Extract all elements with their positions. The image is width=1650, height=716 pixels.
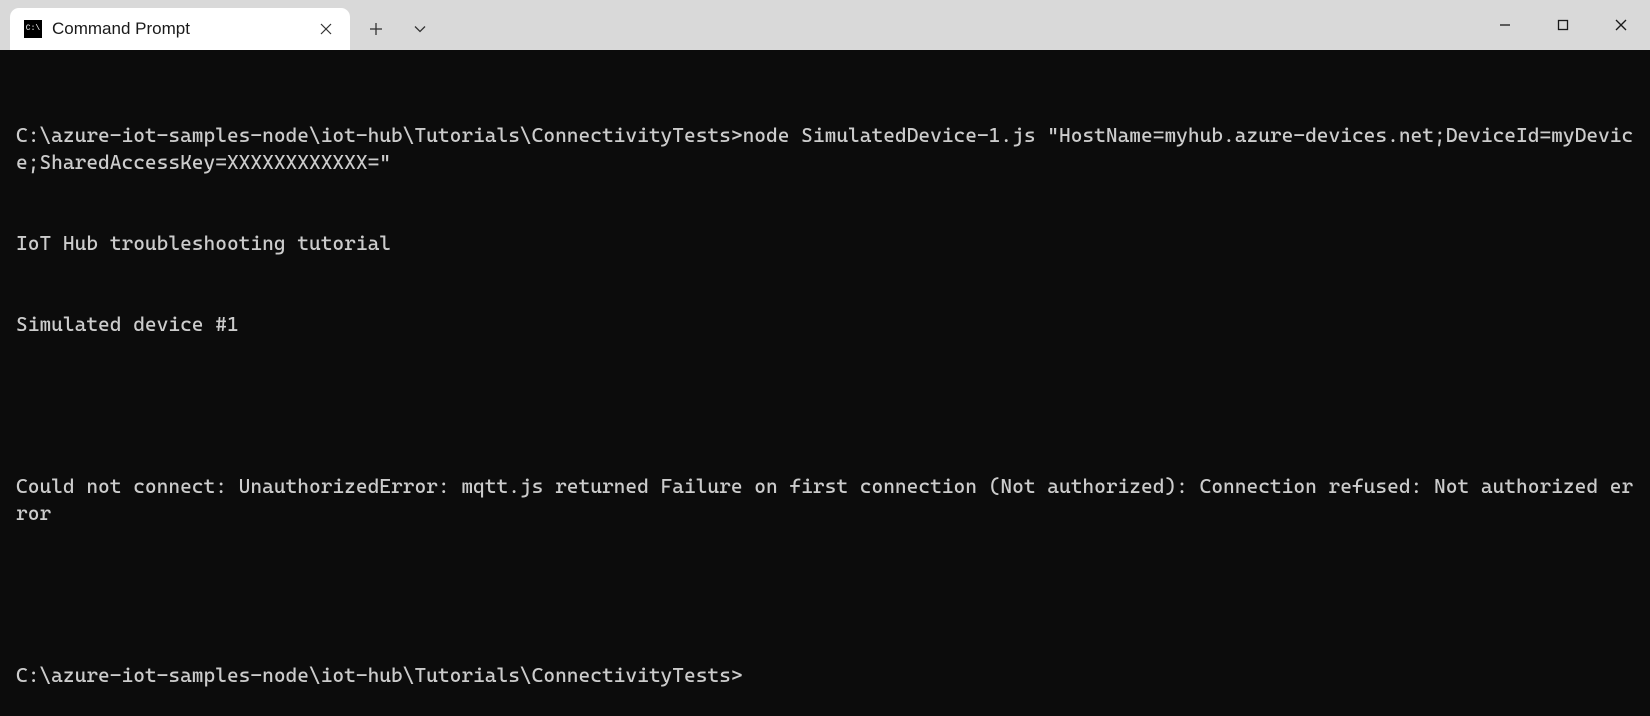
terminal-line: C:\azure-iot-samples-node\iot-hub\Tutori… bbox=[16, 122, 1634, 176]
terminal-line: IoT Hub troubleshooting tutorial bbox=[16, 230, 1634, 257]
cmd-icon: C:\ bbox=[24, 20, 42, 38]
terminal-line: C:\azure-iot-samples-node\iot-hub\Tutori… bbox=[16, 662, 1634, 689]
terminal-line bbox=[16, 581, 1634, 608]
terminal-line: Could not connect: UnauthorizedError: mq… bbox=[16, 473, 1634, 527]
close-window-button[interactable] bbox=[1592, 5, 1650, 45]
close-tab-button[interactable] bbox=[314, 17, 338, 41]
titlebar: C:\ Command Prompt bbox=[0, 0, 1650, 50]
chevron-down-icon bbox=[414, 25, 426, 33]
close-icon bbox=[320, 23, 332, 35]
maximize-button[interactable] bbox=[1534, 5, 1592, 45]
terminal-line: Simulated device #1 bbox=[16, 311, 1634, 338]
plus-icon bbox=[369, 22, 383, 36]
tab-dropdown-button[interactable] bbox=[398, 8, 442, 50]
window-controls bbox=[1476, 0, 1650, 50]
terminal-output[interactable]: C:\azure-iot-samples-node\iot-hub\Tutori… bbox=[0, 50, 1650, 520]
maximize-icon bbox=[1556, 18, 1570, 32]
tab-command-prompt[interactable]: C:\ Command Prompt bbox=[10, 8, 350, 50]
close-icon bbox=[1614, 18, 1628, 32]
tab-title: Command Prompt bbox=[52, 19, 304, 39]
new-tab-button[interactable] bbox=[354, 8, 398, 50]
minimize-button[interactable] bbox=[1476, 5, 1534, 45]
minimize-icon bbox=[1498, 18, 1512, 32]
terminal-line bbox=[16, 392, 1634, 419]
